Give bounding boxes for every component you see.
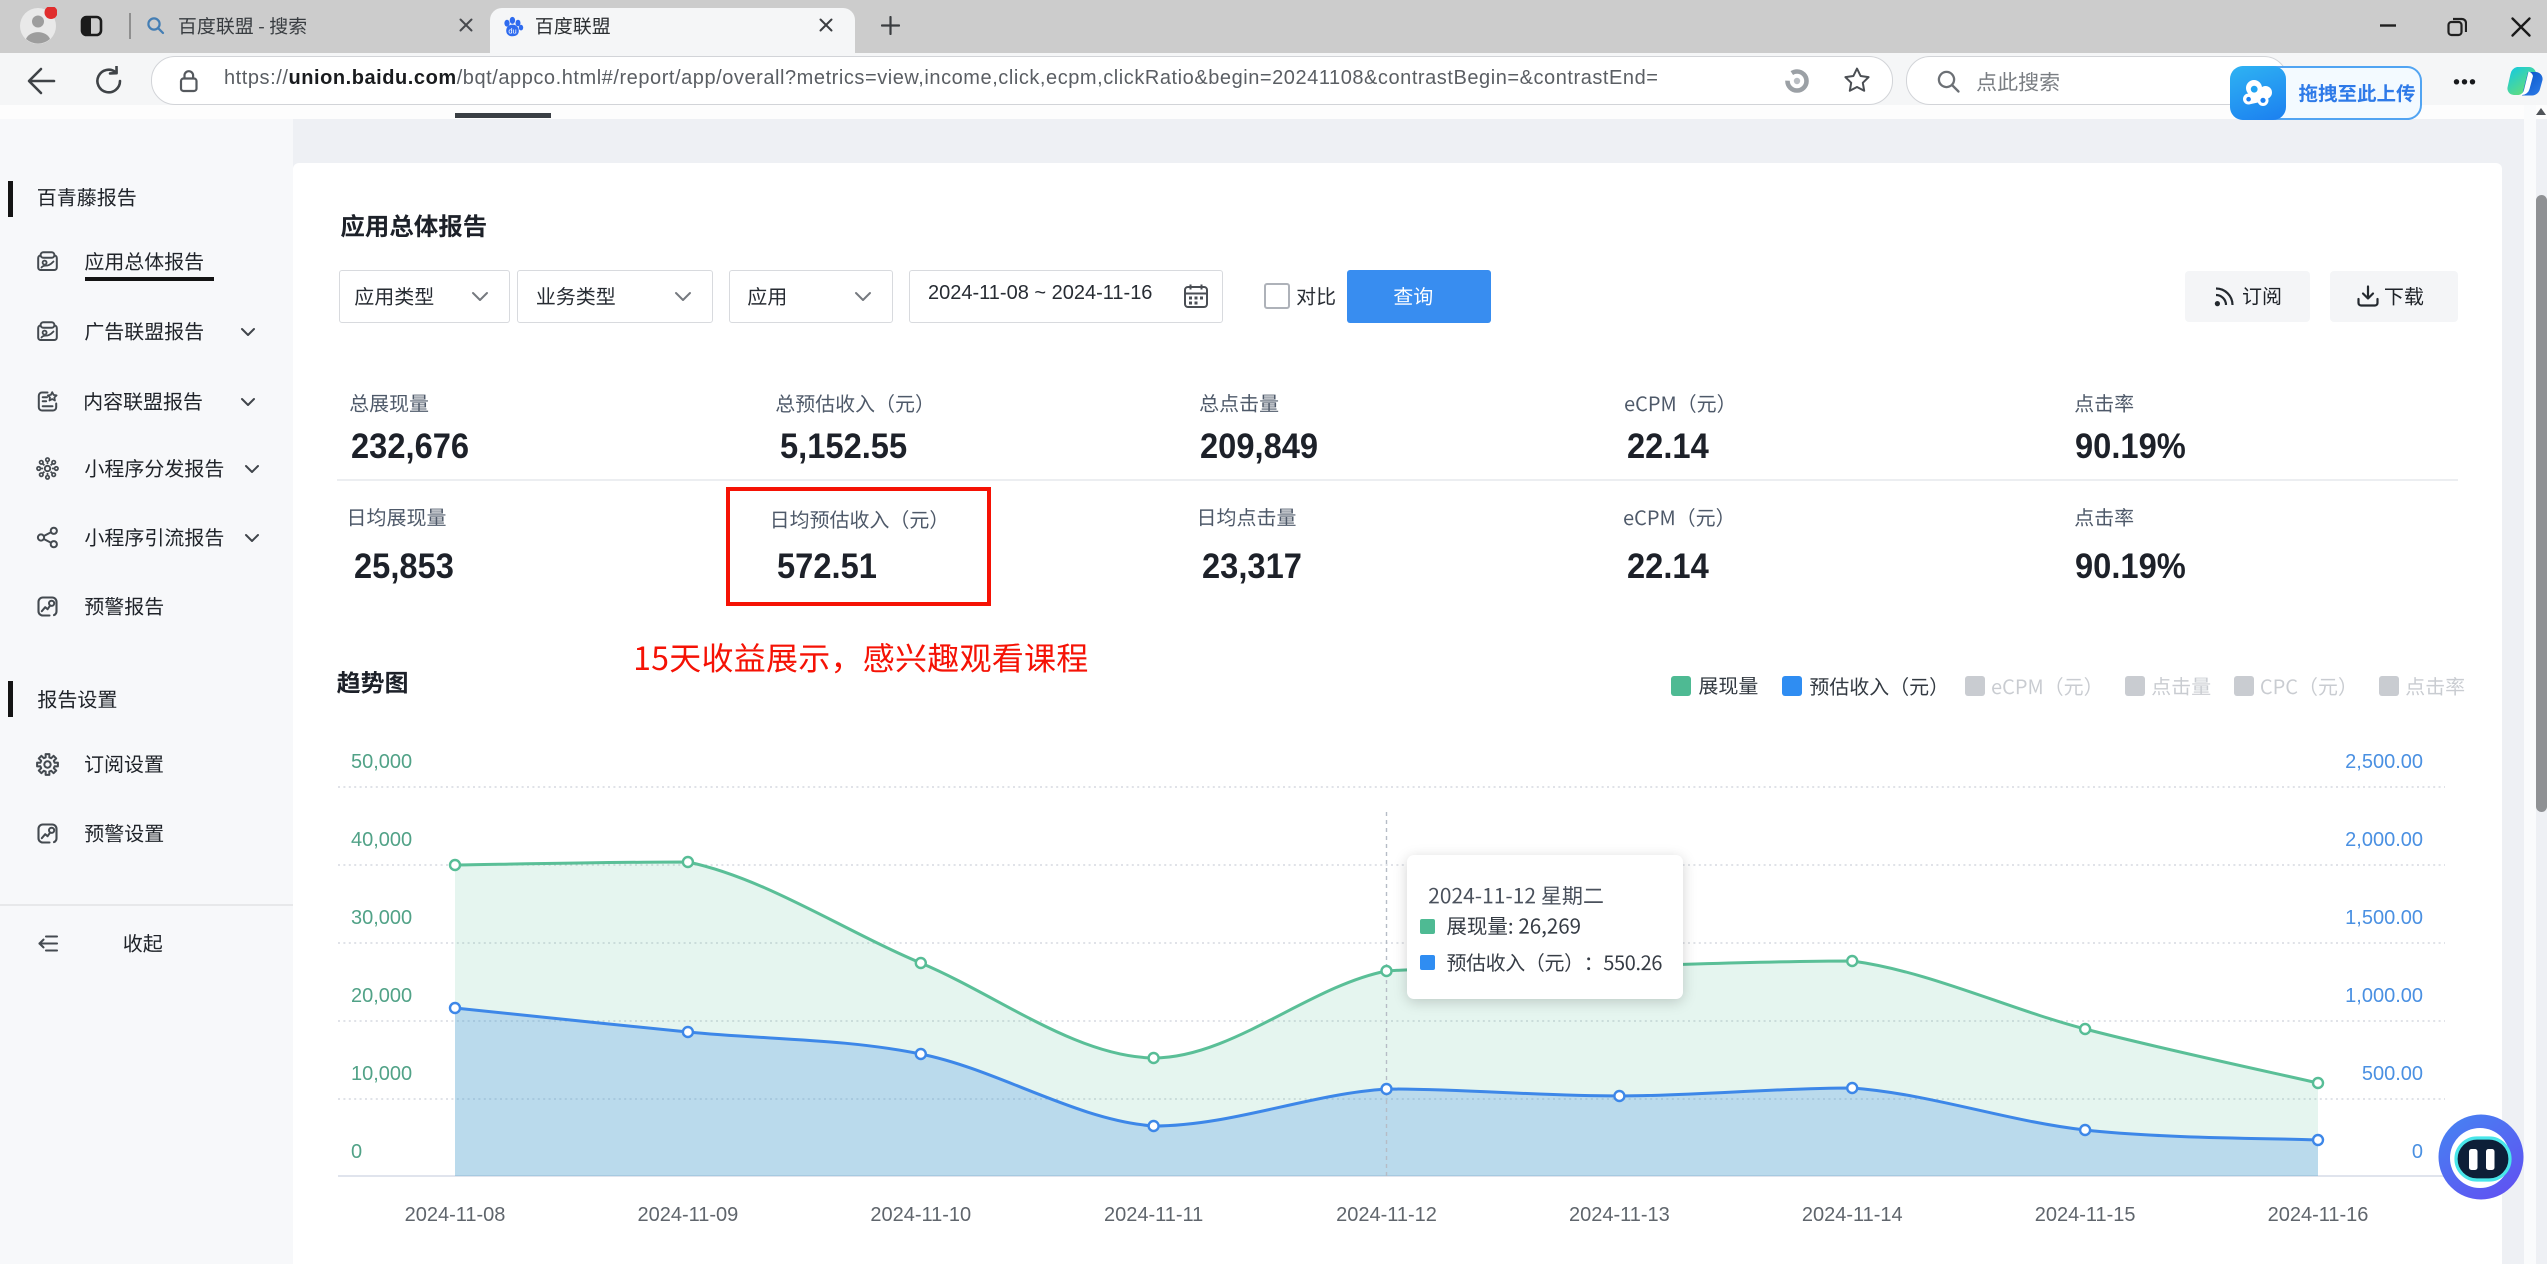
svg-text:du: du	[508, 26, 516, 35]
